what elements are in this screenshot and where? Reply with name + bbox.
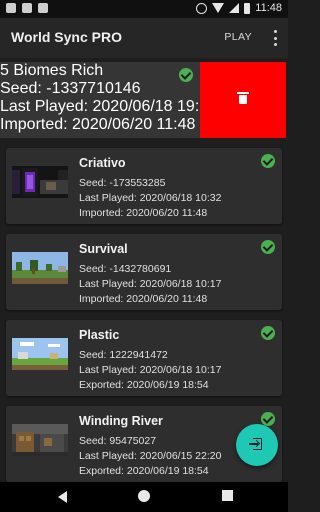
world-name: Plastic [79, 328, 120, 342]
back-icon[interactable] [58, 491, 67, 503]
recent-apps-icon[interactable] [222, 490, 233, 501]
trash-icon [237, 92, 249, 104]
world-thumbnail [12, 338, 68, 370]
world-seed: Seed: -173553285 [79, 177, 166, 189]
status-bar: 11:48 [0, 0, 288, 18]
world-name: Survival [79, 242, 128, 256]
notification-icons [6, 3, 48, 13]
overflow-menu-icon[interactable] [272, 30, 278, 46]
world-card[interactable]: Criativo Seed: -173553285 Last Played: 2… [6, 148, 282, 224]
status-time: 11:48 [255, 2, 282, 14]
check-icon [261, 154, 275, 168]
play-button[interactable]: PLAY [224, 31, 252, 43]
world-name: Winding River [79, 414, 163, 428]
world-seed: Seed: 95475027 [79, 435, 157, 447]
world-last-played: Last Played: 2020/06/18 10:17 [79, 278, 222, 290]
world-status: Exported: 2020/06/19 18:54 [79, 465, 209, 477]
world-list[interactable]: 5 Biomes Rich Seed: -1337710146 Last Pla… [0, 58, 288, 482]
image-icon [22, 3, 32, 13]
world-last-played: Last Played: 2020/06/18 10:32 [79, 192, 222, 204]
home-icon[interactable] [138, 490, 150, 502]
check-icon [261, 240, 275, 254]
world-card[interactable]: Plastic Seed: 1222941472 Last Played: 20… [6, 320, 282, 396]
navigation-bar [0, 482, 288, 512]
import-world-button[interactable] [236, 424, 278, 466]
app-title: World Sync PRO [11, 29, 122, 45]
do-not-disturb-icon [196, 2, 208, 14]
world-seed: Seed: -1432780691 [79, 263, 172, 275]
wifi-icon [212, 3, 225, 13]
sd-card-icon [38, 3, 48, 13]
world-thumbnail [12, 424, 68, 456]
check-icon [261, 326, 275, 340]
world-status: Exported: 2020/06/19 18:54 [79, 379, 209, 391]
world-thumbnail [12, 252, 68, 284]
world-last-played: Last Played: 2020/06/15 22:20 [79, 450, 222, 462]
world-thumbnail [12, 166, 68, 198]
check-icon [179, 68, 193, 82]
battery-icon [244, 2, 251, 14]
world-seed: Seed: 1222941472 [79, 349, 168, 361]
import-icon [249, 438, 263, 450]
system-icons: 11:48 [196, 2, 282, 14]
world-status: Imported: 2020/06/20 11:48 [79, 207, 208, 219]
mail-icon [6, 3, 16, 13]
world-card[interactable]: Survival Seed: -1432780691 Last Played: … [6, 234, 282, 310]
delete-button[interactable] [200, 62, 286, 138]
world-last-played: Last Played: 2020/06/18 10:17 [79, 364, 222, 376]
world-status: Imported: 2020/06/20 11:48 [79, 293, 208, 305]
app-bar: World Sync PRO PLAY [0, 18, 288, 58]
check-icon [261, 412, 275, 426]
world-name: Criativo [79, 156, 126, 170]
signal-icon [229, 3, 240, 13]
